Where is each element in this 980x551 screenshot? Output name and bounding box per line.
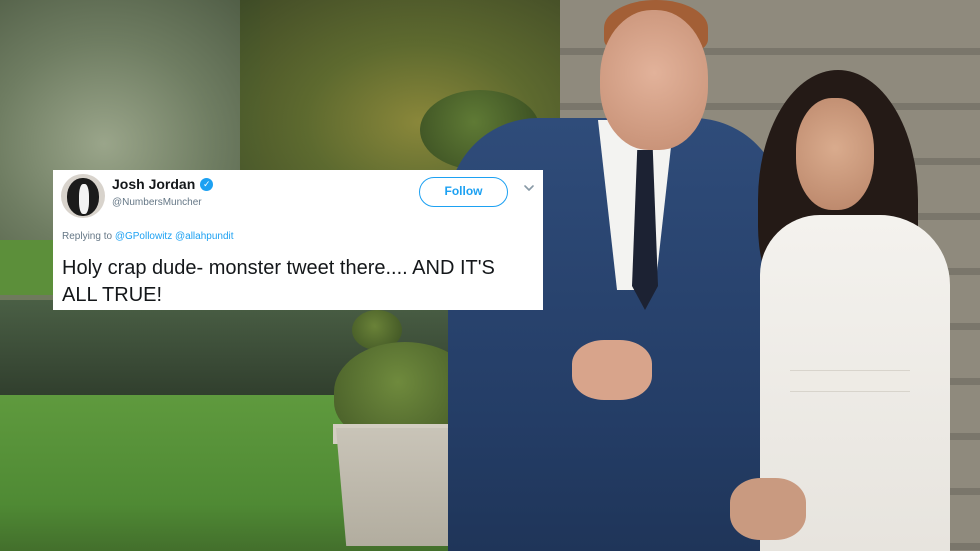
replying-to-line: Replying to @GPollowitz @allahpundit — [62, 231, 234, 242]
chevron-down-icon[interactable] — [523, 182, 535, 194]
embedded-tweet-card: Josh Jordan ✓ @NumbersMuncher Follow Rep… — [53, 170, 543, 310]
man-face — [600, 10, 708, 150]
dog-blaze — [79, 184, 89, 214]
hedge — [0, 240, 60, 295]
held-hands — [730, 478, 806, 540]
follow-button[interactable]: Follow — [419, 177, 508, 207]
verified-badge-icon: ✓ — [200, 177, 214, 191]
author-handle[interactable]: @NumbersMuncher — [112, 197, 202, 208]
mention-link[interactable]: @allahpundit — [175, 231, 234, 242]
author-name[interactable]: Josh Jordan — [112, 176, 195, 192]
replying-to-label: Replying to — [62, 231, 113, 242]
avatar[interactable] — [61, 174, 105, 218]
author-row: Josh Jordan ✓ — [112, 176, 214, 192]
tweet-text: Holy crap dude- monster tweet there.... … — [62, 257, 495, 306]
coat-belt — [790, 370, 910, 392]
mention-link[interactable]: @GPollowitz — [115, 231, 172, 242]
woman-face — [796, 98, 874, 210]
man-hand — [572, 340, 652, 400]
